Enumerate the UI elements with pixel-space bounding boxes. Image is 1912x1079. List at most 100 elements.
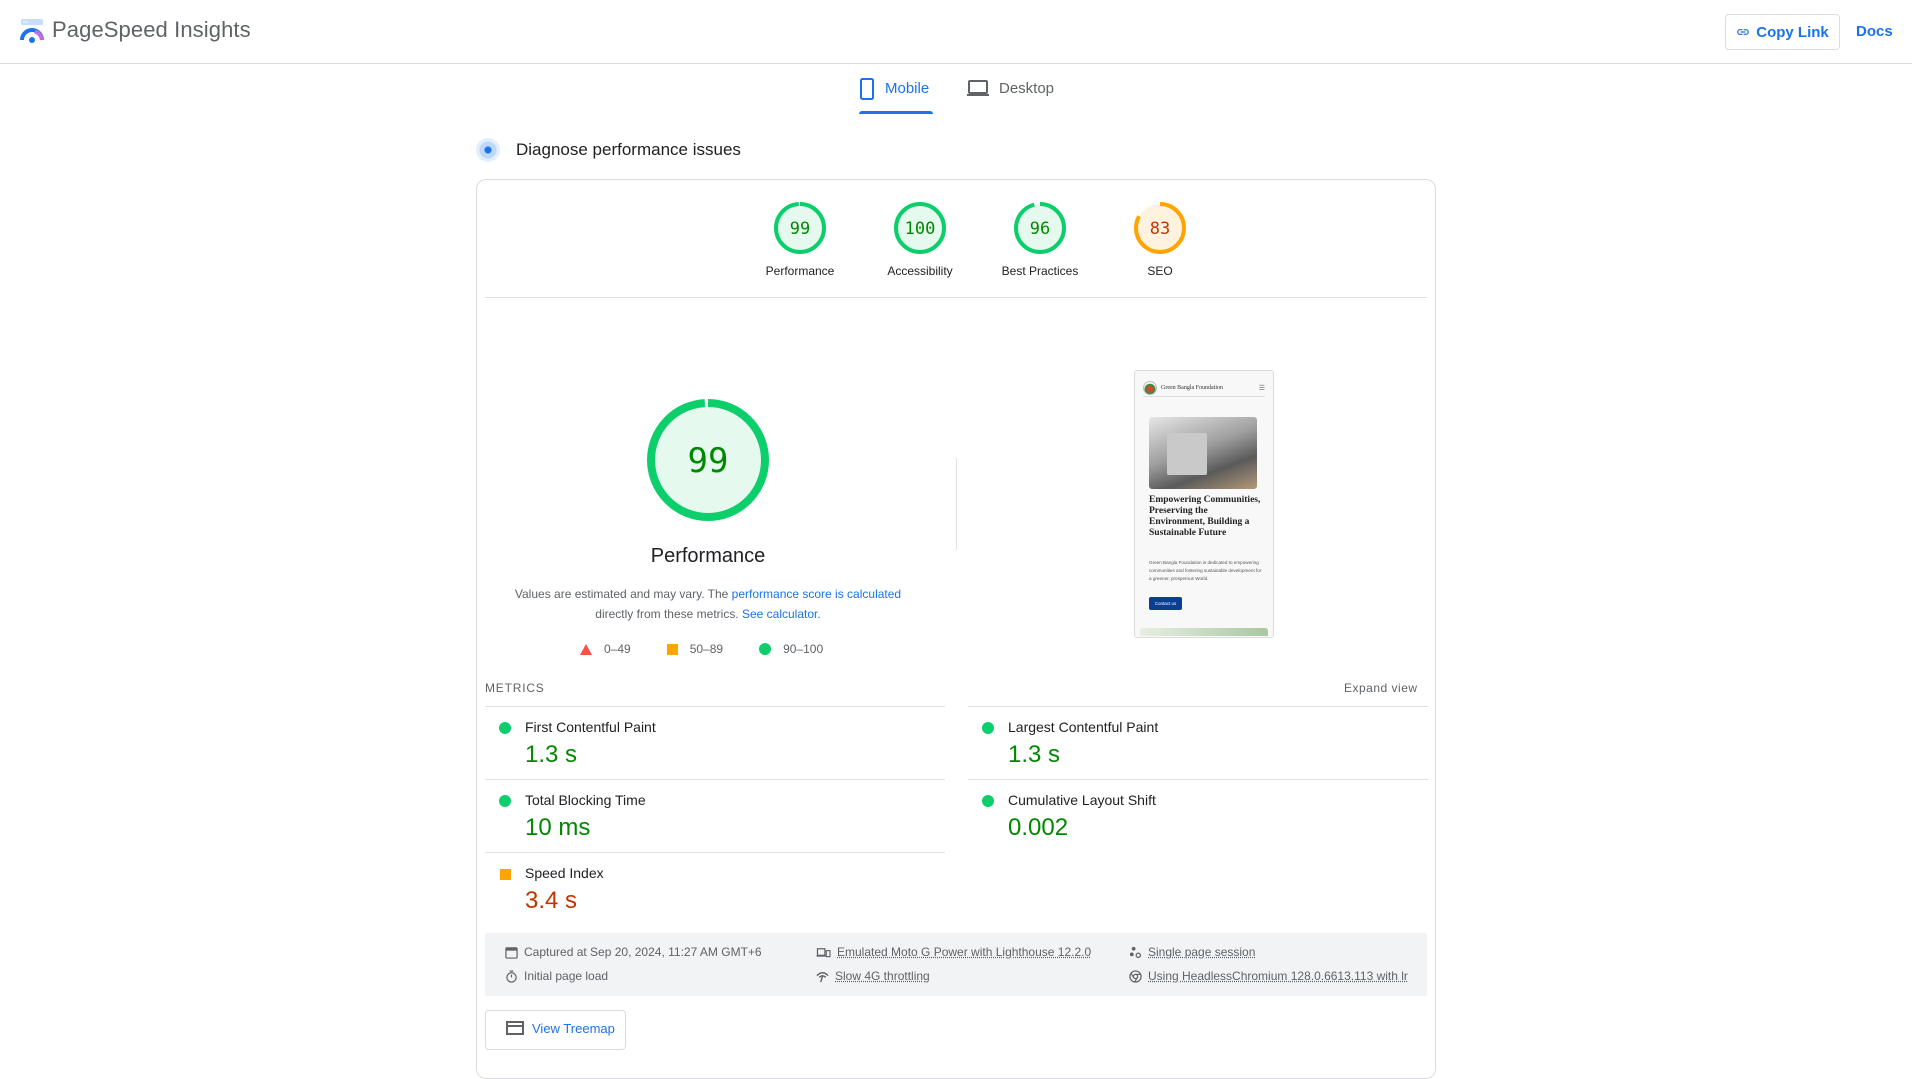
- calendar-icon: [505, 946, 518, 959]
- section-header: Diagnose performance issues: [476, 138, 741, 162]
- browser-text: Using HeadlessChromium 128.0.6613.113 wi…: [1148, 969, 1408, 983]
- tab-desktop[interactable]: Desktop: [967, 78, 1054, 114]
- tab-desktop-label: Desktop: [999, 80, 1055, 97]
- vertical-divider: [956, 458, 957, 550]
- gauge-label: SEO: [1147, 264, 1173, 278]
- expand-view-toggle[interactable]: Expand view: [1344, 681, 1418, 695]
- throttling-text: Slow 4G throttling: [835, 969, 930, 983]
- metric-name: Largest Contentful Paint: [1008, 719, 1159, 735]
- pass-circle-icon: [499, 722, 511, 734]
- device-tabs: Mobile Desktop: [0, 64, 1912, 114]
- copy-link-button[interactable]: Copy Link: [1725, 14, 1840, 50]
- gauge-score: 100: [905, 219, 936, 239]
- legend-average: 50–89: [666, 642, 724, 656]
- gauge-label: Best Practices: [1001, 264, 1079, 278]
- metric-name: Speed Index: [525, 865, 604, 881]
- gauge-ring: 99: [774, 202, 826, 254]
- metric-value: 0.002: [1008, 814, 1069, 841]
- see-calculator-link[interactable]: See calculator.: [742, 607, 821, 621]
- legend-pass: 90–100: [759, 642, 823, 656]
- note-text: Values are estimated and may vary. The: [514, 587, 732, 601]
- wifi-icon: [816, 971, 829, 982]
- smartphone-icon: [860, 78, 874, 100]
- gauge-ring: 83: [1134, 202, 1186, 254]
- hamburger-menu-icon: ☰: [1258, 383, 1265, 392]
- metric-fcp: First Contentful Paint 1.3 s: [485, 706, 945, 779]
- gauge-label: Performance: [765, 264, 835, 278]
- divider: [485, 297, 1427, 298]
- legend-fail: 0–49: [580, 642, 631, 656]
- session-icon: [1129, 946, 1142, 958]
- metric-tbt: Total Blocking Time 10 ms: [485, 779, 945, 852]
- captured-text: Captured at Sep 20, 2024, 11:27 AM GMT+6: [524, 945, 762, 959]
- browser-version[interactable]: Using HeadlessChromium 128.0.6613.113 wi…: [1129, 969, 1408, 983]
- gauge-performance[interactable]: 99 Performance: [740, 202, 860, 278]
- session-type[interactable]: Single page session: [1129, 945, 1255, 959]
- score-calculated-link[interactable]: performance score is calculated: [732, 587, 901, 601]
- score-legend: 0–49 50–89 90–100: [580, 642, 859, 656]
- metric-name: Cumulative Layout Shift: [1008, 792, 1156, 808]
- network-throttling[interactable]: Slow 4G throttling: [816, 969, 930, 983]
- section-title: Diagnose performance issues: [516, 140, 741, 159]
- hero-heading: Empowering Communities, Preserving the E…: [1149, 495, 1261, 538]
- app-title[interactable]: PageSpeed Insights: [52, 17, 251, 43]
- hero-paragraph: Green Bangla Foundation is dedicated to …: [1149, 560, 1262, 581]
- view-treemap-button[interactable]: View Treemap: [485, 1010, 626, 1050]
- note-text: directly from these metrics.: [595, 607, 742, 621]
- gauge-ring: 100: [894, 202, 946, 254]
- timer-icon: [506, 969, 517, 983]
- device-text: Emulated Moto G Power with Lighthouse 12…: [837, 945, 1092, 959]
- gauge-score: 96: [1030, 219, 1050, 239]
- square-icon: [666, 643, 678, 655]
- performance-note: Values are estimated and may vary. The p…: [506, 584, 910, 624]
- page-load-text: Initial page load: [524, 969, 609, 983]
- average-square-icon: [500, 869, 511, 880]
- final-screenshot[interactable]: Green Bangla Foundation ☰ Empowering Com…: [1134, 370, 1274, 638]
- tab-mobile-label: Mobile: [885, 80, 930, 97]
- footer-strip: [1140, 628, 1268, 636]
- docs-link[interactable]: Docs: [1856, 23, 1893, 40]
- treemap-icon: [506, 1021, 524, 1035]
- legend-label: 50–89: [689, 642, 724, 656]
- gauge-accessibility[interactable]: 100 Accessibility: [860, 202, 980, 278]
- devices-icon: [816, 947, 831, 957]
- metric-value: 1.3 s: [1008, 741, 1061, 768]
- metric-name: First Contentful Paint: [525, 719, 656, 735]
- screenshot-header: Green Bangla Foundation ☰: [1143, 379, 1265, 397]
- hero-image: [1149, 417, 1257, 489]
- page-load: Initial page load: [505, 969, 608, 983]
- runtime-settings: Captured at Sep 20, 2024, 11:27 AM GMT+6…: [485, 933, 1427, 996]
- category-gauges: 99 Performance 100 Accessibility 96 Best…: [740, 202, 1220, 278]
- gauge-score: 83: [1150, 219, 1170, 239]
- gauge-best-practices[interactable]: 96 Best Practices: [980, 202, 1100, 278]
- gauge-label: Accessibility: [887, 264, 953, 278]
- metric-cls: Cumulative Layout Shift 0.002: [968, 779, 1428, 852]
- site-name: Green Bangla Foundation: [1161, 384, 1223, 391]
- tab-mobile[interactable]: Mobile: [859, 78, 933, 114]
- contact-button: Contact us: [1149, 597, 1182, 610]
- performance-title: Performance: [650, 545, 766, 567]
- gauge-seo[interactable]: 83 SEO: [1100, 202, 1220, 278]
- pass-circle-icon: [982, 722, 994, 734]
- legend-label: 90–100: [783, 642, 824, 656]
- gauge-score: 99: [790, 219, 810, 239]
- triangle-icon: [580, 643, 592, 655]
- emulated-device[interactable]: Emulated Moto G Power with Lighthouse 12…: [816, 945, 1091, 959]
- metric-value: 1.3 s: [525, 741, 578, 768]
- legend-label: 0–49: [604, 642, 631, 656]
- performance-gauge: 99: [647, 399, 769, 521]
- gauge-ring: 96: [1014, 202, 1066, 254]
- captured-at: Captured at Sep 20, 2024, 11:27 AM GMT+6: [505, 945, 762, 959]
- copy-link-label: Copy Link: [1756, 23, 1829, 41]
- gauge-score: 99: [688, 441, 729, 481]
- link-icon: [1737, 29, 1750, 35]
- pass-circle-icon: [499, 795, 511, 807]
- chrome-icon: [1129, 969, 1142, 983]
- lab-data-icon: [476, 138, 500, 162]
- metric-value: 10 ms: [525, 814, 591, 841]
- pagespeed-logo-icon: [20, 19, 44, 43]
- pass-circle-icon: [982, 795, 994, 807]
- metric-value: 3.4 s: [525, 887, 578, 914]
- session-text: Single page session: [1148, 945, 1256, 959]
- view-treemap-label: View Treemap: [532, 1021, 615, 1036]
